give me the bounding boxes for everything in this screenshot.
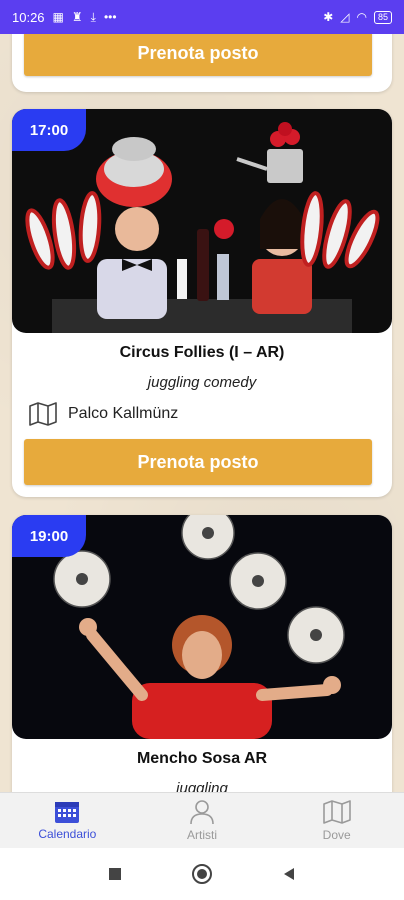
event-title: Mencho Sosa AR — [136, 750, 268, 767]
battery-icon: 85 — [373, 10, 392, 24]
nav-calendario[interactable]: Calendario — [0, 793, 135, 848]
more-icon: ••• — [103, 10, 117, 24]
grid-icon: ▦ — [52, 10, 64, 24]
time-badge: 17:00 — [12, 109, 86, 151]
nav-dove[interactable]: Dove — [269, 793, 404, 848]
status-time: 10:26 — [12, 9, 45, 25]
event-venue[interactable]: Palco Kallmünz — [28, 401, 178, 427]
event-title: Circus Follies (I – AR) — [119, 344, 285, 361]
recents-icon[interactable] — [107, 866, 123, 882]
wifi-icon: ◠ — [356, 10, 367, 24]
map-icon — [29, 402, 57, 426]
home-icon[interactable] — [191, 863, 213, 885]
nav-label: Artisti — [187, 828, 217, 842]
nav-artisti[interactable]: Artisti — [135, 793, 270, 848]
event-card: Prenota posto — [12, 34, 392, 92]
event-card: 17:00 Circus Follies (I – AR) juggling c… — [12, 109, 392, 497]
calendar-icon — [55, 802, 80, 823]
map-icon — [322, 800, 351, 824]
event-subtitle: juggling — [176, 780, 228, 792]
status-bar: 10:26 ▦ ♜ ⤓ ••• ✱ ◿ ◠ 85 — [0, 0, 404, 34]
nav-label: Dove — [322, 828, 351, 842]
book-button[interactable]: Prenota posto — [24, 34, 372, 76]
event-list[interactable]: Prenota posto 17:00 Circus Follies (I – … — [0, 34, 404, 792]
signal-icon: ◿ — [340, 10, 350, 24]
nav-label: Calendario — [38, 827, 97, 841]
person-icon — [190, 800, 214, 825]
bottom-navigation: Calendario Artisti Dove — [0, 792, 404, 848]
event-subtitle: juggling comedy — [147, 374, 257, 391]
bluetooth-icon: ✱ — [323, 10, 334, 24]
system-navigation — [0, 848, 404, 900]
book-button[interactable]: Prenota posto — [24, 439, 372, 485]
time-badge: 19:00 — [12, 515, 86, 557]
back-icon[interactable] — [281, 866, 297, 882]
venue-label: Palco Kallmünz — [68, 405, 179, 422]
event-card: 19:00 Mencho Sosa AR juggling — [12, 515, 392, 792]
download-icon: ⤓ — [90, 10, 96, 24]
figure-icon: ♜ — [71, 10, 83, 24]
